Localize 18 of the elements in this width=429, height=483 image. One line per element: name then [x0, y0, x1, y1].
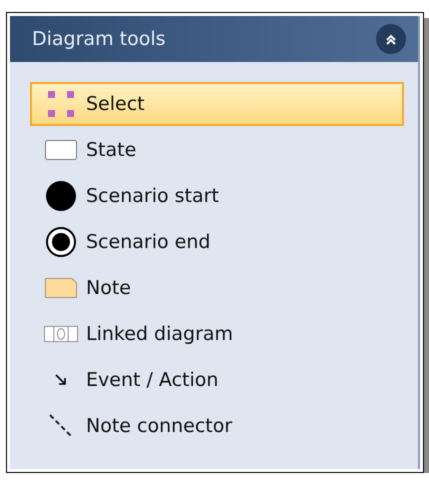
arrow-icon: [55, 374, 67, 386]
rectangle-icon: [45, 140, 77, 160]
tool-item[interactable]: Event / Action: [30, 358, 404, 402]
linked-diagram-icon: [44, 325, 78, 343]
tool-item[interactable]: Select: [30, 82, 404, 126]
dashed-line-icon: [49, 414, 73, 438]
tool-item[interactable]: Scenario start: [30, 174, 404, 218]
filled-circle-icon: [46, 181, 76, 211]
panel-title: Diagram tools: [32, 26, 166, 52]
note-icon: [45, 278, 77, 298]
selection-handles-icon: [48, 91, 74, 117]
tool-item[interactable]: State: [30, 128, 404, 172]
collapse-button[interactable]: [376, 24, 406, 54]
tool-item[interactable]: Note: [30, 266, 404, 310]
tool-item[interactable]: Linked diagram: [30, 312, 404, 356]
tool-item[interactable]: Scenario end: [30, 220, 404, 264]
target-circle-icon: [46, 227, 76, 257]
tool-item[interactable]: Note connector: [30, 404, 404, 448]
